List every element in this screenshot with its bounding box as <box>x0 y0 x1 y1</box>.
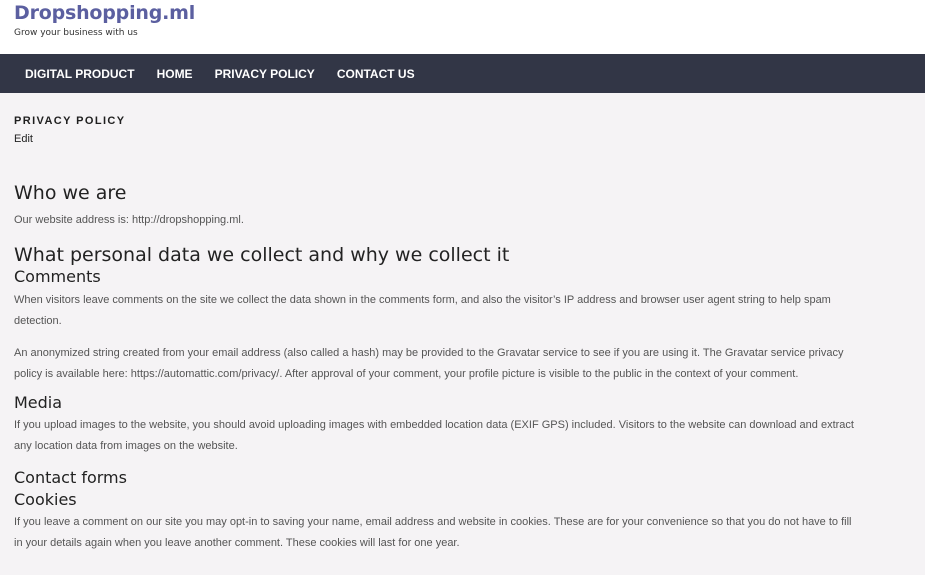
heading-comments: Comments <box>14 266 101 286</box>
heading-cookies: Cookies <box>14 489 77 509</box>
nav-item-contact-us[interactable]: CONTACT US <box>326 67 426 81</box>
paragraph-who-we-are: Our website address is: http://dropshopp… <box>14 214 244 226</box>
paragraph-comments-1: When visitors leave comments on the site… <box>14 293 831 328</box>
paragraph-media: If you upload images to the website, you… <box>14 418 854 453</box>
page-title: PRIVACY POLICY <box>14 115 126 127</box>
site-header: Dropshopping.ml Grow your business with … <box>0 0 925 54</box>
paragraph-comments-2: An anonymized string created from your e… <box>14 346 844 381</box>
nav-item-privacy-policy[interactable]: PRIVACY POLICY <box>204 67 326 81</box>
main-content: PRIVACY POLICY Edit Who we are Our websi… <box>0 115 925 555</box>
heading-personal-data: What personal data we collect and why we… <box>14 243 510 266</box>
nav-item-digital-product[interactable]: DIGITAL PRODUCT <box>14 67 146 81</box>
paragraph-cookies: If you leave a comment on our site you m… <box>14 515 852 550</box>
site-tagline: Grow your business with us <box>14 28 138 38</box>
main-navigation: DIGITAL PRODUCT HOME PRIVACY POLICY CONT… <box>0 54 925 93</box>
site-title[interactable]: Dropshopping.ml <box>14 2 195 24</box>
heading-contact-forms: Contact forms <box>14 467 127 487</box>
heading-media: Media <box>14 392 63 412</box>
nav-item-home[interactable]: HOME <box>146 67 204 81</box>
heading-who-we-are: Who we are <box>14 182 127 204</box>
edit-link[interactable]: Edit <box>14 133 33 145</box>
